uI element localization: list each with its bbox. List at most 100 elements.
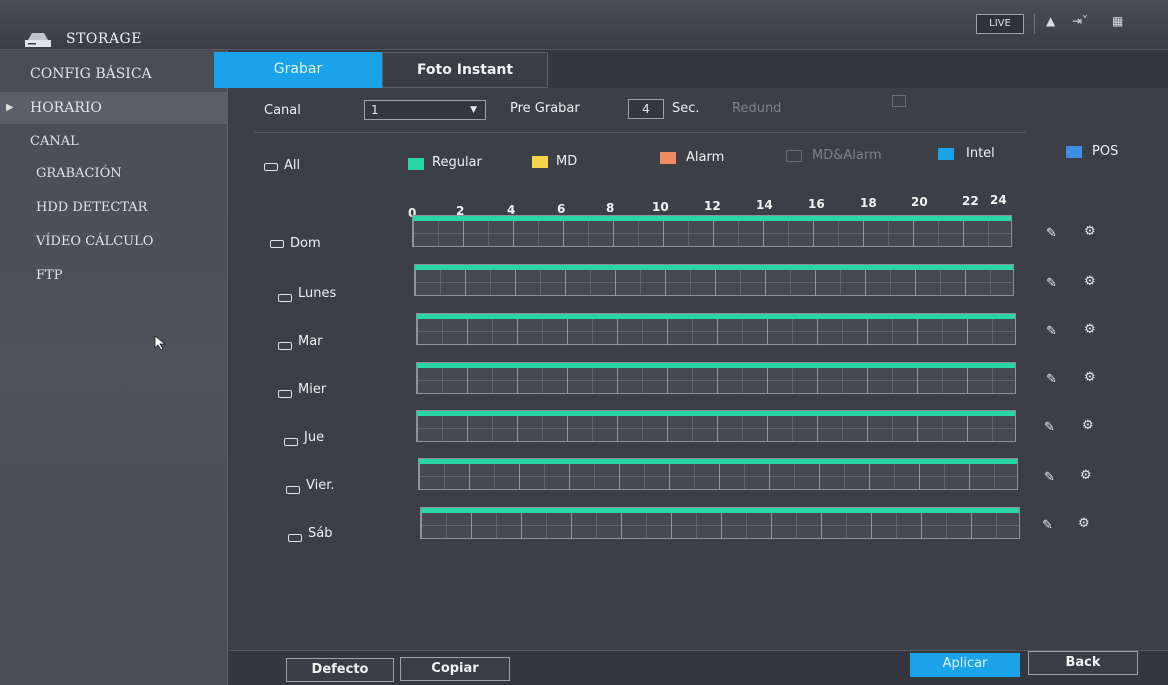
intel-label: Intel	[966, 146, 995, 161]
timeline-grid	[419, 464, 1017, 490]
user-icon[interactable]: ▲	[1046, 14, 1055, 28]
timeline-vier[interactable]	[418, 458, 1018, 490]
gear-icon[interactable]: ⚙	[1084, 322, 1096, 337]
jue-checkbox[interactable]	[284, 438, 298, 446]
timeline-grid	[417, 416, 1015, 442]
sidebar-item-label: GRABACIÓN	[36, 166, 122, 181]
edit-pencil-icon[interactable]: ✎	[1046, 276, 1057, 291]
pos-label: POS	[1092, 144, 1119, 159]
timeline-mar[interactable]	[416, 313, 1016, 345]
copiar-button[interactable]: Copiar	[400, 657, 510, 681]
sidebar-item-hdd-detectar[interactable]: HDD DETECTAR	[0, 192, 228, 224]
pos-color-swatch[interactable]	[1066, 146, 1082, 158]
day-label-jue: Jue	[304, 430, 325, 445]
hour-label: 16	[808, 197, 825, 211]
tab-grabar[interactable]: Grabar	[214, 52, 382, 88]
md-label: MD	[556, 154, 578, 169]
selected-arrow-icon: ▶	[6, 102, 14, 113]
edit-pencil-icon[interactable]: ✎	[1046, 226, 1057, 241]
chevron-down-icon: ▼	[470, 105, 477, 115]
timeline-mier[interactable]	[416, 362, 1016, 394]
edit-pencil-icon[interactable]: ✎	[1044, 470, 1055, 485]
gear-icon[interactable]: ⚙	[1082, 418, 1094, 433]
sidebar-item-label: HORARIO	[30, 100, 102, 116]
gear-icon[interactable]: ⚙	[1080, 468, 1092, 483]
sidebar-item-label: CONFIG BÁSICA	[30, 66, 152, 82]
sidebar-item-ftp[interactable]: FTP	[0, 260, 228, 292]
gear-icon[interactable]: ⚙	[1084, 370, 1096, 385]
intel-color-swatch[interactable]	[938, 148, 954, 160]
sidebar-item-config-basica[interactable]: CONFIG BÁSICA	[0, 58, 228, 90]
hour-label: 6	[557, 202, 566, 216]
day-label-vier: Vier.	[306, 478, 335, 493]
canal-label: Canal	[264, 103, 301, 118]
grid-menu-icon[interactable]: ▦	[1112, 14, 1123, 28]
redund-label: Redund	[732, 101, 782, 116]
gear-icon[interactable]: ⚙	[1084, 224, 1096, 239]
hour-label: 12	[704, 199, 721, 213]
dom-checkbox[interactable]	[270, 240, 284, 248]
separator	[1034, 14, 1035, 34]
md-alarm-color-swatch[interactable]	[786, 150, 802, 162]
edit-pencil-icon[interactable]: ✎	[1044, 420, 1055, 435]
logout-icon[interactable]: ⇥˅	[1072, 14, 1088, 28]
edit-pencil-icon[interactable]: ✎	[1046, 372, 1057, 387]
vier-checkbox[interactable]	[286, 486, 300, 494]
alarm-color-swatch[interactable]	[660, 152, 676, 164]
hour-label: 24	[990, 193, 1007, 207]
gear-icon[interactable]: ⚙	[1078, 516, 1090, 531]
all-label: All	[284, 158, 301, 173]
sidebar-item-video-calculo[interactable]: VÍDEO CÁLCULO	[0, 226, 228, 258]
redund-checkbox[interactable]	[892, 95, 906, 107]
timeline-sab[interactable]	[420, 507, 1020, 539]
day-label-lunes: Lunes	[298, 286, 337, 301]
day-label-dom: Dom	[290, 236, 321, 251]
sidebar-item-label: HDD DETECTAR	[36, 200, 148, 215]
aplicar-button[interactable]: Aplicar	[910, 653, 1020, 677]
sidebar-item-label: VÍDEO CÁLCULO	[36, 234, 154, 249]
pregrabar-input[interactable]: 4	[628, 99, 664, 119]
sab-checkbox[interactable]	[288, 534, 302, 542]
timeline-dom[interactable]	[412, 215, 1012, 247]
md-alarm-label: MD&Alarm	[812, 148, 882, 163]
divider	[254, 132, 1026, 133]
mier-checkbox[interactable]	[278, 390, 292, 398]
hour-label: 20	[911, 195, 928, 209]
timeline-grid	[415, 270, 1013, 296]
all-checkbox[interactable]	[264, 163, 278, 171]
timeline-jue[interactable]	[416, 410, 1016, 442]
edit-pencil-icon[interactable]: ✎	[1046, 324, 1057, 339]
day-label-mar: Mar	[298, 334, 323, 349]
sidebar-item-grabacion[interactable]: GRABACIÓN	[0, 158, 228, 190]
live-button[interactable]: LIVE	[976, 14, 1024, 34]
hour-label: 18	[860, 196, 877, 210]
alarm-label: Alarm	[686, 150, 725, 165]
page-title: STORAGE	[66, 31, 142, 47]
regular-color-swatch[interactable]	[408, 158, 424, 170]
tab-bar: Grabar Foto Instant	[214, 50, 1168, 88]
canal-select-value: 1	[371, 103, 379, 117]
hour-label: 8	[606, 201, 615, 215]
footer-bar: Defecto Copiar Aplicar Back	[228, 650, 1168, 685]
hour-label: 14	[756, 198, 773, 212]
sidebar-item-label: FTP	[36, 268, 63, 283]
top-bar: STORAGE LIVE ▲ ⇥˅ ▦	[0, 0, 1168, 50]
sidebar-item-canal[interactable]: CANAL	[0, 126, 228, 158]
gear-icon[interactable]: ⚙	[1084, 274, 1096, 289]
tab-foto-instant[interactable]: Foto Instant	[382, 52, 548, 88]
timeline-lunes[interactable]	[414, 264, 1014, 296]
edit-pencil-icon[interactable]: ✎	[1042, 518, 1053, 533]
regular-label: Regular	[432, 155, 482, 170]
defecto-button[interactable]: Defecto	[286, 658, 394, 682]
lunes-checkbox[interactable]	[278, 294, 292, 302]
md-color-swatch[interactable]	[532, 156, 548, 168]
timeline-grid	[417, 368, 1015, 394]
sidebar-item-horario[interactable]: ▶ HORARIO	[0, 92, 228, 124]
dvr-screen: STORAGE LIVE ▲ ⇥˅ ▦ CONFIG BÁSICA ▶ HORAR…	[0, 0, 1168, 685]
canal-select[interactable]: 1 ▼	[364, 100, 486, 120]
hour-label: 10	[652, 200, 669, 214]
back-button[interactable]: Back	[1028, 651, 1138, 675]
mar-checkbox[interactable]	[278, 342, 292, 350]
timeline-grid	[421, 513, 1019, 539]
day-label-mier: Mier	[298, 382, 327, 397]
